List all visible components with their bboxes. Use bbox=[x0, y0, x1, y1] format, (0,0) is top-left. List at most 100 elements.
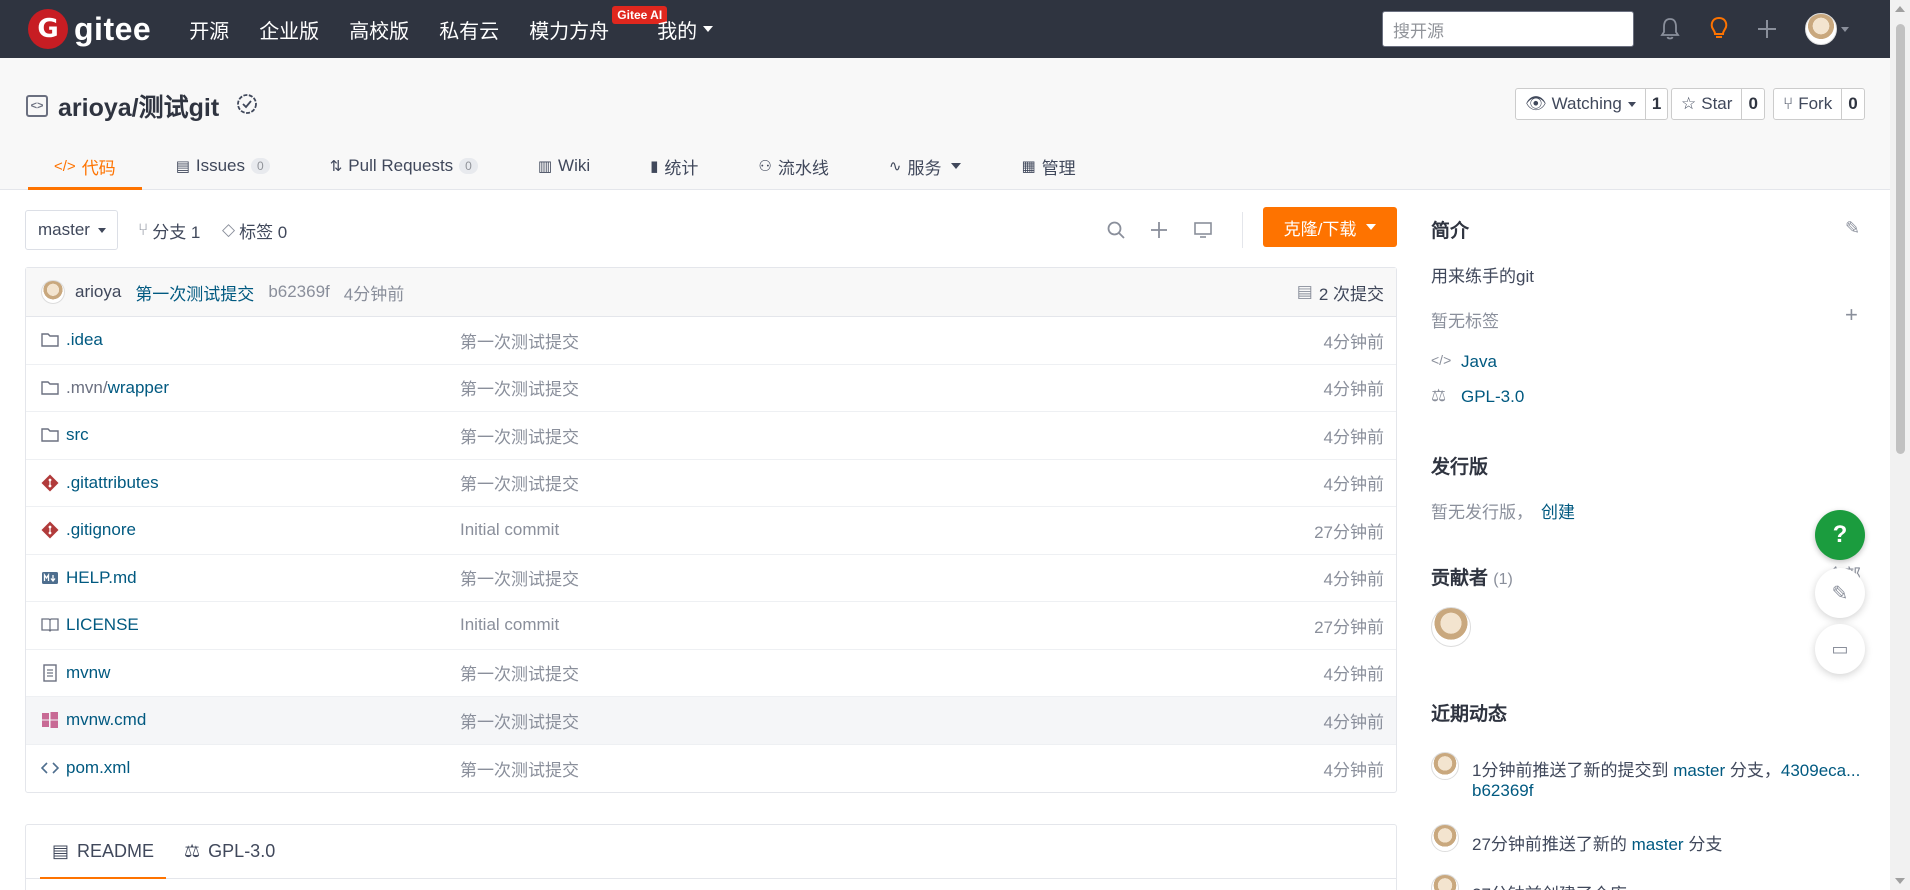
language-link[interactable]: Java bbox=[1461, 352, 1497, 372]
tab-wiki[interactable]: ▥ Wiki bbox=[538, 142, 590, 190]
avatar[interactable] bbox=[1431, 752, 1459, 780]
file-name-link[interactable]: mvnw.cmd bbox=[66, 710, 146, 730]
commit-count-link[interactable]: ▤ 2 次提交 bbox=[1297, 280, 1384, 305]
table-row[interactable]: src 第一次测试提交 4分钟前 bbox=[26, 412, 1396, 460]
nav-private-cloud[interactable]: 私有云 bbox=[439, 0, 499, 58]
avatar[interactable] bbox=[41, 280, 65, 304]
verified-badge-icon[interactable] bbox=[235, 92, 259, 121]
commit-message[interactable]: 第一次测试提交 bbox=[135, 280, 254, 305]
commit-author[interactable]: arioya bbox=[75, 282, 121, 302]
tab-manage[interactable]: ▦ 管理 bbox=[1021, 142, 1075, 190]
tab-code[interactable]: </> 代码 bbox=[28, 142, 142, 190]
watch-count[interactable]: 1 bbox=[1644, 89, 1667, 119]
table-row[interactable]: .gitattributes 第一次测试提交 4分钟前 bbox=[26, 460, 1396, 507]
chat-button[interactable]: ▭ bbox=[1815, 624, 1865, 674]
file-name-link[interactable]: .gitattributes bbox=[66, 473, 159, 493]
fork-button[interactable]: ⑂ Fork 0 bbox=[1773, 88, 1865, 120]
file-name: wrapper bbox=[107, 377, 169, 397]
bulb-icon[interactable] bbox=[1704, 14, 1734, 44]
file-name-link[interactable]: .gitignore bbox=[66, 520, 136, 540]
file-commit-message[interactable]: 第一次测试提交 bbox=[460, 423, 579, 448]
tab-issues[interactable]: ▤ Issues 0 bbox=[176, 142, 270, 190]
table-row[interactable]: .idea 第一次测试提交 4分钟前 bbox=[26, 317, 1396, 365]
nav-mine[interactable]: 我的 bbox=[657, 0, 714, 58]
tab-readme[interactable]: ▤ README bbox=[40, 825, 167, 879]
help-button[interactable]: ? bbox=[1815, 510, 1865, 560]
add-tag-icon[interactable]: + bbox=[1845, 302, 1858, 328]
fork-count[interactable]: 0 bbox=[1841, 89, 1863, 119]
commit-sha-link[interactable]: b62369f bbox=[1472, 781, 1533, 801]
nav-education[interactable]: 高校版 bbox=[349, 0, 409, 58]
table-row[interactable]: .mvn/wrapper 第一次测试提交 4分钟前 bbox=[26, 365, 1396, 412]
file-commit-time: 4分钟前 bbox=[1323, 665, 1384, 685]
clone-download-button[interactable]: 克隆/下载 bbox=[1263, 207, 1397, 247]
branch-select[interactable]: master bbox=[25, 210, 118, 250]
file-name-link[interactable]: .mvn/wrapper bbox=[66, 378, 169, 398]
license-link[interactable]: GPL-3.0 bbox=[1461, 387, 1524, 407]
user-menu[interactable] bbox=[1803, 13, 1851, 45]
file-path-prefix: .mvn/ bbox=[66, 377, 108, 397]
scrollbar-thumb[interactable] bbox=[1896, 24, 1905, 454]
add-file-icon[interactable] bbox=[1147, 218, 1171, 242]
file-name-link[interactable]: LICENSE bbox=[66, 615, 139, 635]
commit-sha[interactable]: b62369f bbox=[268, 282, 329, 302]
table-row[interactable]: pom.xml 第一次测试提交 4分钟前 bbox=[26, 745, 1396, 793]
table-row[interactable]: HELP.md 第一次测试提交 4分钟前 bbox=[26, 555, 1396, 602]
file-name-link[interactable]: mvnw bbox=[66, 663, 110, 683]
tab-service[interactable]: ∿ 服务 bbox=[889, 142, 962, 190]
file-commit-message[interactable]: Initial commit bbox=[460, 520, 559, 540]
search-icon[interactable] bbox=[1104, 218, 1128, 242]
web-ide-icon[interactable] bbox=[1191, 218, 1215, 242]
table-row[interactable]: LICENSE Initial commit 27分钟前 bbox=[26, 602, 1396, 650]
table-row[interactable]: mvnw.cmd 第一次测试提交 4分钟前 bbox=[26, 697, 1396, 745]
repo-name[interactable]: arioya/测试git bbox=[58, 88, 219, 124]
file-name-link[interactable]: .idea bbox=[66, 330, 103, 350]
file-commit-message[interactable]: 第一次测试提交 bbox=[460, 660, 579, 685]
create-release-link[interactable]: 创建 bbox=[1541, 498, 1575, 523]
branch-link[interactable]: master bbox=[1632, 835, 1684, 854]
table-row[interactable]: .gitignore Initial commit 27分钟前 bbox=[26, 507, 1396, 555]
file-commit-message[interactable]: 第一次测试提交 bbox=[460, 470, 579, 495]
avatar[interactable] bbox=[1431, 874, 1459, 890]
commit-range-link[interactable]: 4309eca... bbox=[1781, 761, 1860, 780]
avatar[interactable] bbox=[1431, 824, 1459, 852]
file-commit-message[interactable]: Initial commit bbox=[460, 615, 559, 635]
code-file-icon bbox=[40, 758, 60, 778]
star-button[interactable]: ☆ Star 0 bbox=[1671, 88, 1765, 120]
scroll-up-icon[interactable] bbox=[1895, 6, 1905, 12]
watch-button[interactable]: 👁 Watching 1 bbox=[1515, 88, 1669, 120]
bell-icon[interactable] bbox=[1655, 14, 1685, 44]
contributor-avatar[interactable] bbox=[1431, 607, 1471, 647]
tab-license[interactable]: ⚖ GPL-3.0 bbox=[172, 825, 287, 878]
file-commit-time: 4分钟前 bbox=[1323, 380, 1384, 400]
plus-icon[interactable] bbox=[1752, 14, 1782, 44]
feedback-button[interactable]: ✎ bbox=[1815, 568, 1865, 618]
scrollbar[interactable] bbox=[1890, 0, 1910, 890]
tab-pull-requests[interactable]: ⇅ Pull Requests 0 bbox=[330, 142, 478, 190]
scroll-down-icon[interactable] bbox=[1895, 878, 1905, 884]
file-name-link[interactable]: pom.xml bbox=[66, 758, 130, 778]
branches-link[interactable]: ⑂ 分支 1 bbox=[138, 210, 200, 250]
file-name-link[interactable]: HELP.md bbox=[66, 568, 137, 588]
file-commit-message[interactable]: 第一次测试提交 bbox=[460, 375, 579, 400]
nav-open-source[interactable]: 开源 bbox=[189, 0, 229, 58]
gitee-logo[interactable]: G gitee bbox=[28, 9, 151, 49]
table-row[interactable]: mvnw 第一次测试提交 4分钟前 bbox=[26, 650, 1396, 697]
file-commit-time: 4分钟前 bbox=[1323, 712, 1384, 732]
star-count[interactable]: 0 bbox=[1741, 89, 1763, 119]
tab-stats[interactable]: ▮ 统计 bbox=[650, 142, 698, 190]
tags-link[interactable]: ◇ 标签 0 bbox=[222, 210, 287, 250]
tab-pipeline[interactable]: ⚇ 流水线 bbox=[758, 142, 828, 190]
file-commit-message[interactable]: 第一次测试提交 bbox=[460, 328, 579, 353]
file-name-link[interactable]: src bbox=[66, 425, 89, 445]
file-commit-message[interactable]: 第一次测试提交 bbox=[460, 565, 579, 590]
logo-text: gitee bbox=[74, 10, 152, 47]
file-commit-message[interactable]: 第一次测试提交 bbox=[460, 708, 579, 733]
nav-ai[interactable]: 模力方舟 Gitee AI bbox=[529, 0, 668, 58]
search-input[interactable]: 搜开源 bbox=[1382, 11, 1634, 47]
branch-link[interactable]: master bbox=[1673, 761, 1725, 780]
no-tags-text: 暂无标签 bbox=[1431, 312, 1499, 331]
edit-icon[interactable]: ✎ bbox=[1845, 218, 1860, 239]
nav-enterprise[interactable]: 企业版 bbox=[259, 0, 319, 58]
file-commit-message[interactable]: 第一次测试提交 bbox=[460, 756, 579, 781]
